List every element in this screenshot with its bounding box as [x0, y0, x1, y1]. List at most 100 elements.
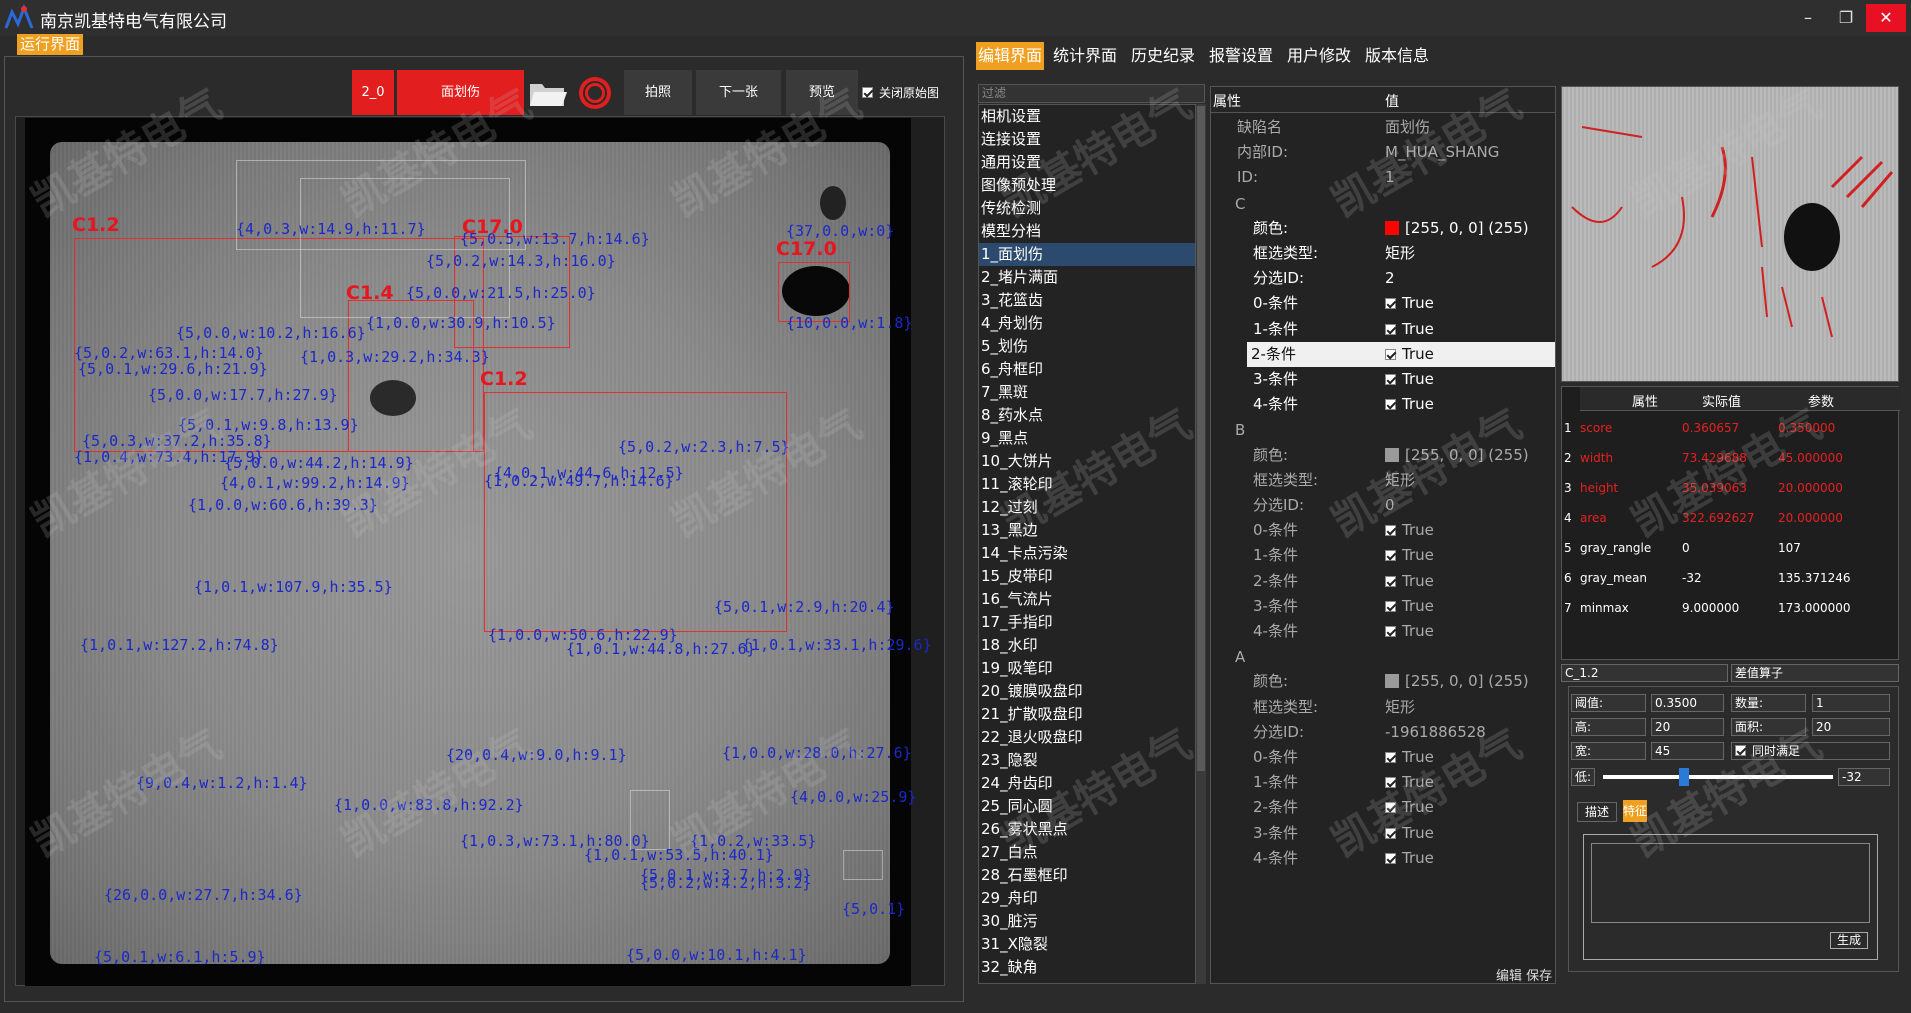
property-row[interactable]: 分选ID: 0 — [1211, 493, 1555, 518]
checkbox-icon[interactable] — [1385, 802, 1396, 814]
property-value[interactable]: 2 — [1385, 266, 1395, 291]
table-row[interactable]: 2 width 73.429688 45.000000 — [1562, 443, 1900, 473]
defect-name-field[interactable]: C_1.2 — [1561, 664, 1728, 682]
tree-item[interactable]: 33_... — [979, 979, 1195, 983]
tree-item[interactable]: 15_皮带印 — [979, 565, 1195, 588]
defect-id-button[interactable]: 2_0 — [352, 70, 394, 115]
tree-item[interactable]: 9_黑点 — [979, 427, 1195, 450]
area-spinbox[interactable]: 20 — [1812, 718, 1890, 736]
tree-item[interactable]: 图像预处理 — [979, 174, 1195, 197]
tree-item[interactable]: 模型分档 — [979, 220, 1195, 243]
property-value[interactable]: True — [1385, 770, 1434, 795]
property-value[interactable]: 面划伤 — [1385, 115, 1430, 140]
property-value[interactable]: 矩形 — [1385, 468, 1415, 493]
property-row[interactable]: 1-条件 True — [1211, 317, 1555, 342]
property-row[interactable]: 1-条件 True — [1211, 543, 1555, 568]
property-value[interactable]: [255, 0, 0] (255) — [1385, 216, 1529, 241]
tree-item[interactable]: 26_雾状黑点 — [979, 818, 1195, 841]
tree-item[interactable]: 8_药水点 — [979, 404, 1195, 427]
property-row[interactable]: 4-条件 True — [1211, 619, 1555, 644]
checkbox-icon[interactable] — [1385, 374, 1396, 385]
property-value[interactable]: True — [1385, 619, 1434, 644]
property-row[interactable]: 框选类型: 矩形 — [1211, 468, 1555, 493]
tab-run[interactable]: 运行界面 — [17, 34, 84, 55]
tab-features[interactable]: 特征 — [1623, 800, 1647, 822]
tree-item[interactable]: 连接设置 — [979, 128, 1195, 151]
tree-item[interactable]: 32_缺角 — [979, 956, 1195, 979]
checkbox-icon[interactable] — [1385, 550, 1396, 562]
property-row[interactable]: 3-条件 True — [1211, 821, 1555, 846]
tree-item[interactable]: 6_舟框印 — [979, 358, 1195, 381]
property-row[interactable]: 框选类型: 矩形 — [1211, 241, 1555, 266]
operator-field[interactable]: 差值算子 — [1731, 664, 1899, 682]
checkbox-icon[interactable] — [1385, 525, 1396, 537]
checkbox-icon[interactable] — [1385, 626, 1396, 637]
property-value[interactable]: True — [1385, 795, 1434, 820]
checkbox-icon[interactable] — [1385, 777, 1396, 789]
tree-item[interactable]: 16_气流片 — [979, 588, 1195, 611]
property-row[interactable]: 2-条件 True — [1247, 341, 1555, 367]
property-row[interactable]: 0-条件 True — [1211, 745, 1555, 770]
tree-item[interactable]: 27_白点 — [979, 841, 1195, 864]
tree-item[interactable]: 7_黑斑 — [979, 381, 1195, 404]
tree-item[interactable]: 25_同心圆 — [979, 795, 1195, 818]
low-slider[interactable] — [1603, 775, 1833, 779]
tab-description[interactable]: 描述 — [1577, 802, 1617, 822]
defect-name-button[interactable]: 面划伤 — [397, 70, 524, 115]
property-row[interactable]: 3-条件 True — [1211, 367, 1555, 392]
open-folder-icon[interactable] — [528, 76, 568, 110]
property-row[interactable]: 2-条件 True — [1211, 569, 1555, 594]
property-row[interactable]: 缺陷名 面划伤 — [1211, 115, 1555, 140]
property-row[interactable]: 颜色: [255, 0, 0] (255) — [1211, 216, 1555, 241]
property-value[interactable]: 矩形 — [1385, 695, 1415, 720]
table-row[interactable]: 4 area 322.692627 20.000000 — [1562, 503, 1900, 533]
property-value[interactable]: [255, 0, 0] (255) — [1385, 443, 1529, 468]
property-value[interactable]: True — [1385, 291, 1434, 316]
property-row[interactable]: 4-条件 True — [1211, 846, 1555, 871]
checkbox-icon[interactable] — [1385, 399, 1396, 411]
property-value[interactable]: True — [1385, 569, 1434, 594]
tab-version[interactable]: 版本信息 — [1365, 42, 1429, 70]
property-row[interactable]: 0-条件 True — [1211, 518, 1555, 543]
property-group[interactable]: B — [1235, 421, 1245, 439]
tree-item[interactable]: 19_吸笔印 — [979, 657, 1195, 680]
checkbox-icon[interactable] — [1385, 827, 1396, 839]
checkbox-icon[interactable] — [1385, 752, 1396, 763]
height-spinbox[interactable]: 20 — [1651, 718, 1724, 736]
tree-item[interactable]: 30_脏污 — [979, 910, 1195, 933]
property-value[interactable]: [255, 0, 0] (255) — [1385, 669, 1529, 694]
property-group[interactable]: A — [1235, 648, 1245, 666]
property-row[interactable]: 框选类型: 矩形 — [1211, 695, 1555, 720]
checkbox-icon[interactable] — [1385, 852, 1396, 864]
table-row[interactable]: 1 score 0.360657 0.350000 — [1562, 413, 1900, 443]
tree-item[interactable]: 1_面划伤 — [979, 243, 1195, 266]
maximize-button[interactable]: ❐ — [1826, 4, 1866, 32]
minimize-button[interactable]: – — [1788, 4, 1828, 32]
next-image-button[interactable]: 下一张 — [696, 70, 781, 115]
preview-button[interactable]: 预览 — [786, 70, 858, 115]
property-value[interactable]: True — [1385, 392, 1434, 417]
property-value[interactable]: 0 — [1385, 493, 1395, 518]
table-row[interactable]: 7 minmax 9.000000 173.000000 — [1562, 593, 1900, 623]
tree-item[interactable]: 12_过刻 — [979, 496, 1195, 519]
threshold-spinbox[interactable]: 0.3500 — [1651, 694, 1724, 712]
description-textarea[interactable] — [1591, 843, 1870, 923]
tree-item[interactable]: 23_隐裂 — [979, 749, 1195, 772]
tree-item[interactable]: 14_卡点污染 — [979, 542, 1195, 565]
tab-stats[interactable]: 统计界面 — [1053, 42, 1117, 70]
checkbox-icon[interactable] — [1385, 323, 1396, 335]
tree-item[interactable]: 传统检测 — [979, 197, 1195, 220]
property-row[interactable]: 0-条件 True — [1211, 291, 1555, 316]
capture-button[interactable]: 拍照 — [624, 70, 692, 115]
generate-button[interactable]: 生成 — [1830, 932, 1868, 949]
tree-item[interactable]: 17_手指印 — [979, 611, 1195, 634]
tree-item[interactable]: 5_划伤 — [979, 335, 1195, 358]
table-row[interactable]: 6 gray_mean -32 135.371246 — [1562, 563, 1900, 593]
property-value[interactable]: M_HUA_SHANG — [1385, 140, 1499, 165]
tree-item[interactable]: 18_水印 — [979, 634, 1195, 657]
tree-item[interactable]: 10_大饼片 — [979, 450, 1195, 473]
checkbox-icon[interactable] — [1385, 348, 1396, 360]
record-icon[interactable] — [577, 75, 613, 111]
tree-item[interactable]: 2_堵片满面 — [979, 266, 1195, 289]
tree-item[interactable]: 相机设置 — [979, 105, 1195, 128]
